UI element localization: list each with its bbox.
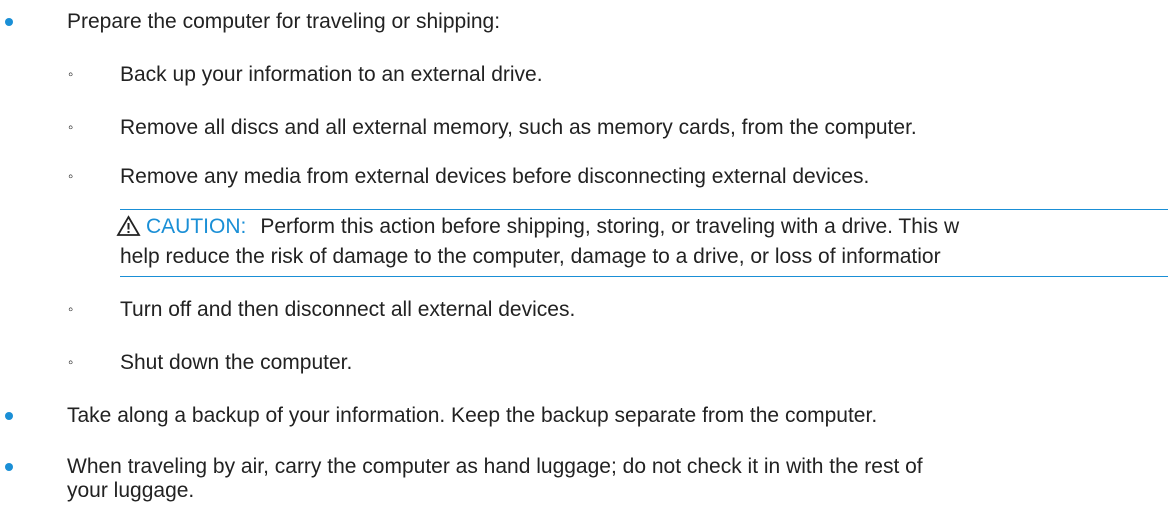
sub-bullet-icon: ◦ bbox=[68, 66, 74, 83]
sub-list-item-text: Remove all discs and all external memory… bbox=[120, 116, 917, 139]
sub-bullet-icon: ◦ bbox=[68, 168, 74, 185]
sub-list-item-text: Back up your information to an external … bbox=[120, 63, 543, 86]
caution-line-2: help reduce the risk of damage to the co… bbox=[120, 245, 941, 268]
caution-line-1: CAUTION: Perform this action before shipp… bbox=[146, 215, 959, 239]
caution-bottom-rule bbox=[120, 276, 1168, 277]
caution-text: Perform this action before shipping, sto… bbox=[260, 215, 960, 238]
sub-bullet-icon: ◦ bbox=[68, 301, 74, 318]
sub-list-item-text: Remove any media from external devices b… bbox=[120, 165, 870, 188]
sub-bullet-icon: ◦ bbox=[68, 119, 74, 136]
caution-label: CAUTION: bbox=[146, 215, 247, 238]
bullet-icon bbox=[5, 463, 13, 471]
caution-top-rule bbox=[120, 209, 1168, 210]
sub-list-item-text: Shut down the computer. bbox=[120, 351, 353, 374]
sub-bullet-icon: ◦ bbox=[68, 354, 74, 371]
bullet-icon bbox=[5, 18, 13, 26]
list-item-text: When traveling by air, carry the compute… bbox=[67, 455, 923, 478]
list-item-text: Take along a backup of your information.… bbox=[67, 404, 878, 427]
list-item-text-continued: your luggage. bbox=[67, 479, 195, 502]
list-item-text: Prepare the computer for traveling or sh… bbox=[67, 10, 501, 33]
sub-list-item-text: Turn off and then disconnect all externa… bbox=[120, 298, 576, 321]
bullet-icon bbox=[5, 412, 13, 420]
warning-triangle-icon bbox=[116, 215, 141, 236]
